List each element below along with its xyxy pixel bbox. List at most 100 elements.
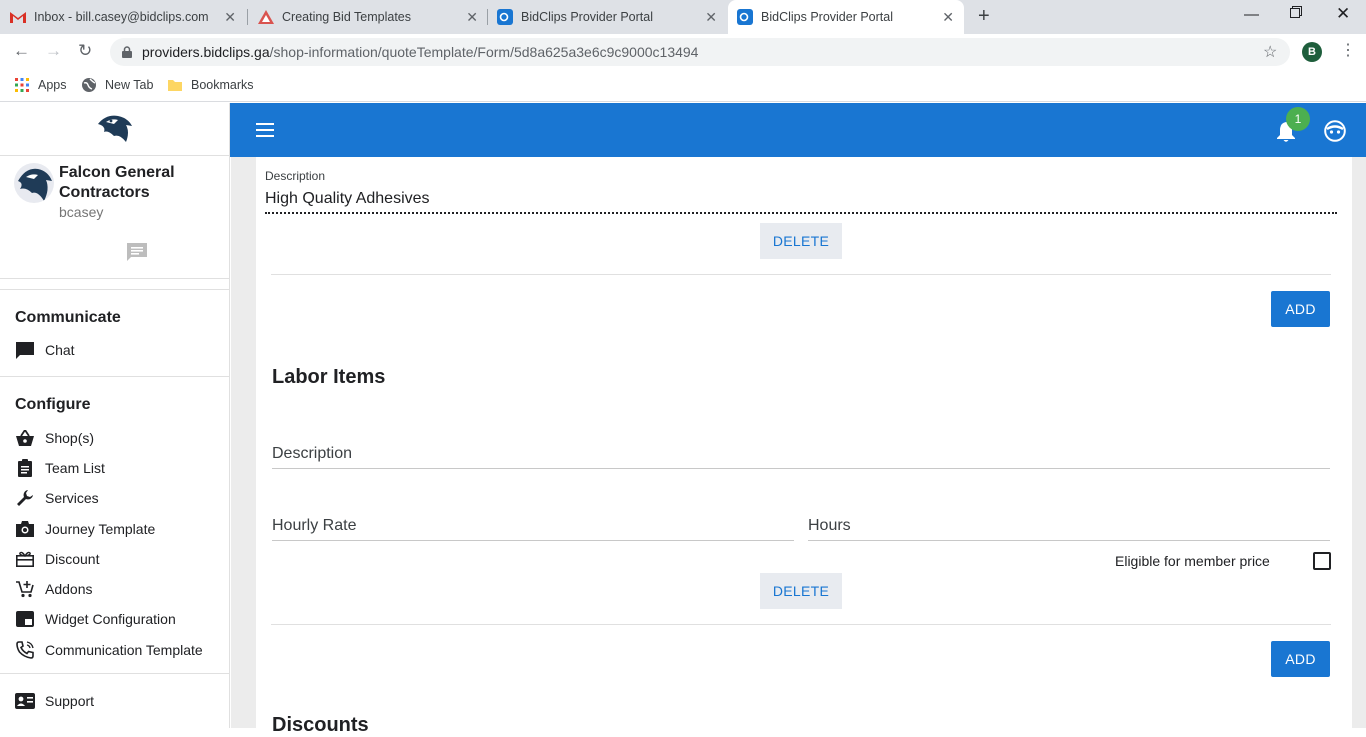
minimize-icon[interactable]: —	[1244, 6, 1259, 23]
sidebar-item-label: Services	[45, 490, 99, 506]
folder-icon	[167, 77, 183, 93]
basket-icon	[15, 428, 35, 448]
falcon-logo-icon[interactable]	[96, 112, 134, 149]
labor-description-input[interactable]: Description	[272, 445, 352, 463]
tab-provider-portal-active[interactable]: BidClips Provider Portal ✕	[728, 0, 964, 34]
sidebar-item-services[interactable]: Services	[15, 486, 225, 510]
sidebar-item-journey-template[interactable]: Journey Template	[15, 517, 225, 541]
globe-icon	[81, 77, 97, 93]
sidebar-divider	[0, 673, 230, 674]
app-bar: 1	[230, 103, 1366, 157]
new-tab-icon[interactable]: +	[978, 6, 990, 26]
close-window-icon[interactable]: ✕	[1336, 4, 1350, 24]
account-face-icon[interactable]	[1324, 120, 1346, 142]
hours-input[interactable]: Hours	[808, 517, 851, 535]
bookmark-label: New Tab	[105, 78, 154, 92]
reload-icon[interactable]: ↻	[78, 42, 92, 60]
add-labor-button[interactable]: ADD	[1271, 641, 1330, 677]
sidebar-item-label: Widget Configuration	[45, 611, 176, 627]
tab-title: BidClips Provider Portal	[761, 10, 893, 24]
tab-close-icon[interactable]: ✕	[466, 9, 478, 25]
apps-grid-icon	[14, 77, 30, 93]
tab-creating-bid-templates[interactable]: Creating Bid Templates ✕	[258, 0, 488, 34]
clipboard-icon	[15, 458, 35, 478]
sidebar-item-addons[interactable]: Addons	[15, 577, 225, 601]
parts-description-label: Description	[265, 169, 326, 183]
url-host: providers.bidclips.ga	[142, 44, 270, 60]
hamburger-menu-icon[interactable]	[256, 123, 274, 137]
forward-icon[interactable]: →	[45, 42, 62, 60]
discounts-heading: Discounts	[272, 714, 369, 736]
sidebar: Falcon General Contractors bcasey Commun…	[0, 103, 230, 728]
eligible-member-price-label: Eligible for member price	[1115, 553, 1270, 569]
gmail-icon	[10, 9, 26, 25]
profile-avatar[interactable]: B	[1302, 42, 1322, 62]
section-configure: Configure	[15, 396, 91, 413]
tab-provider-portal-1[interactable]: BidClips Provider Portal ✕	[497, 0, 727, 34]
sidebar-divider	[0, 376, 230, 377]
sidebar-divider	[0, 278, 230, 279]
address-bar[interactable]: providers.bidclips.ga/shop-information/q…	[110, 38, 1290, 66]
browser-menu-icon[interactable]: ⋮	[1340, 42, 1356, 60]
delete-part-button[interactable]: DELETE	[760, 223, 842, 259]
tab-separator	[247, 9, 248, 25]
sidebar-item-label: Addons	[45, 581, 93, 597]
cart-add-icon	[15, 579, 35, 599]
sidebar-item-label: Communication Template	[45, 642, 203, 658]
url-path: /shop-information/quoteTemplate/Form/5d8…	[269, 44, 699, 60]
tab-gmail[interactable]: Inbox - bill.casey@bidclips.com - ✕	[10, 0, 246, 34]
widget-icon	[15, 609, 35, 629]
message-icon[interactable]	[126, 242, 148, 262]
chat-icon	[15, 340, 35, 360]
bookmark-folder[interactable]: Bookmarks	[167, 77, 254, 93]
tab-close-icon[interactable]: ✕	[224, 9, 236, 25]
labor-items-heading: Labor Items	[272, 366, 386, 388]
sidebar-item-label: Team List	[45, 460, 105, 476]
tab-title: BidClips Provider Portal	[521, 10, 653, 24]
sidebar-item-communication-template[interactable]: Communication Template	[15, 638, 225, 662]
browser-tab-strip: Inbox - bill.casey@bidclips.com - ✕ Crea…	[0, 0, 1366, 34]
back-icon[interactable]: ←	[13, 42, 30, 60]
sidebar-item-label: Journey Template	[45, 521, 156, 537]
hourly-rate-underline	[272, 540, 794, 541]
lock-icon	[122, 45, 132, 58]
quote-template-form-card: Description High Quality Adhesives DELET…	[256, 157, 1352, 736]
sidebar-item-shops[interactable]: Shop(s)	[15, 426, 225, 450]
hourly-rate-input[interactable]: Hourly Rate	[272, 517, 356, 535]
section-communicate: Communicate	[15, 309, 121, 326]
sidebar-item-team-list[interactable]: Team List	[15, 456, 225, 480]
sidebar-item-support[interactable]: Support	[15, 689, 225, 713]
add-part-button[interactable]: ADD	[1271, 291, 1330, 327]
tab-close-icon[interactable]: ✕	[942, 9, 954, 25]
tab-title: Creating Bid Templates	[282, 10, 412, 24]
bookmarks-bar: Apps New Tab Bookmarks	[0, 70, 1366, 102]
wrench-icon	[15, 488, 35, 508]
description-input-underline	[265, 212, 1337, 214]
main-content: Description High Quality Adhesives DELET…	[231, 157, 1366, 736]
sidebar-item-label: Chat	[45, 342, 75, 358]
bookmark-star-icon[interactable]: ☆	[1263, 42, 1277, 62]
portal-icon	[737, 9, 753, 25]
restore-icon[interactable]	[1290, 5, 1302, 22]
delete-labor-button[interactable]: DELETE	[760, 573, 842, 609]
company-name: Falcon General Contractors	[59, 164, 175, 201]
labor-description-underline	[272, 468, 1330, 469]
bookmark-label: Apps	[38, 78, 67, 92]
username: bcasey	[59, 204, 104, 220]
tab-title: Inbox - bill.casey@bidclips.com -	[34, 10, 209, 24]
sidebar-item-discount[interactable]: Discount	[15, 547, 225, 571]
bookmark-new-tab[interactable]: New Tab	[81, 77, 153, 93]
phone-icon	[15, 640, 35, 660]
sidebar-item-widget-configuration[interactable]: Widget Configuration	[15, 607, 225, 631]
portal-icon	[497, 9, 513, 25]
sidebar-divider	[0, 289, 230, 290]
company-avatar[interactable]	[14, 163, 54, 203]
bookmark-apps[interactable]: Apps	[14, 77, 67, 93]
tab-close-icon[interactable]: ✕	[705, 9, 717, 25]
sidebar-item-chat[interactable]: Chat	[15, 338, 225, 362]
parts-description-input[interactable]: High Quality Adhesives	[265, 190, 430, 208]
eligible-member-price-checkbox[interactable]	[1313, 552, 1331, 570]
tab-separator	[487, 9, 488, 25]
gift-icon	[15, 549, 35, 569]
bidclips-logo-icon	[258, 9, 274, 25]
